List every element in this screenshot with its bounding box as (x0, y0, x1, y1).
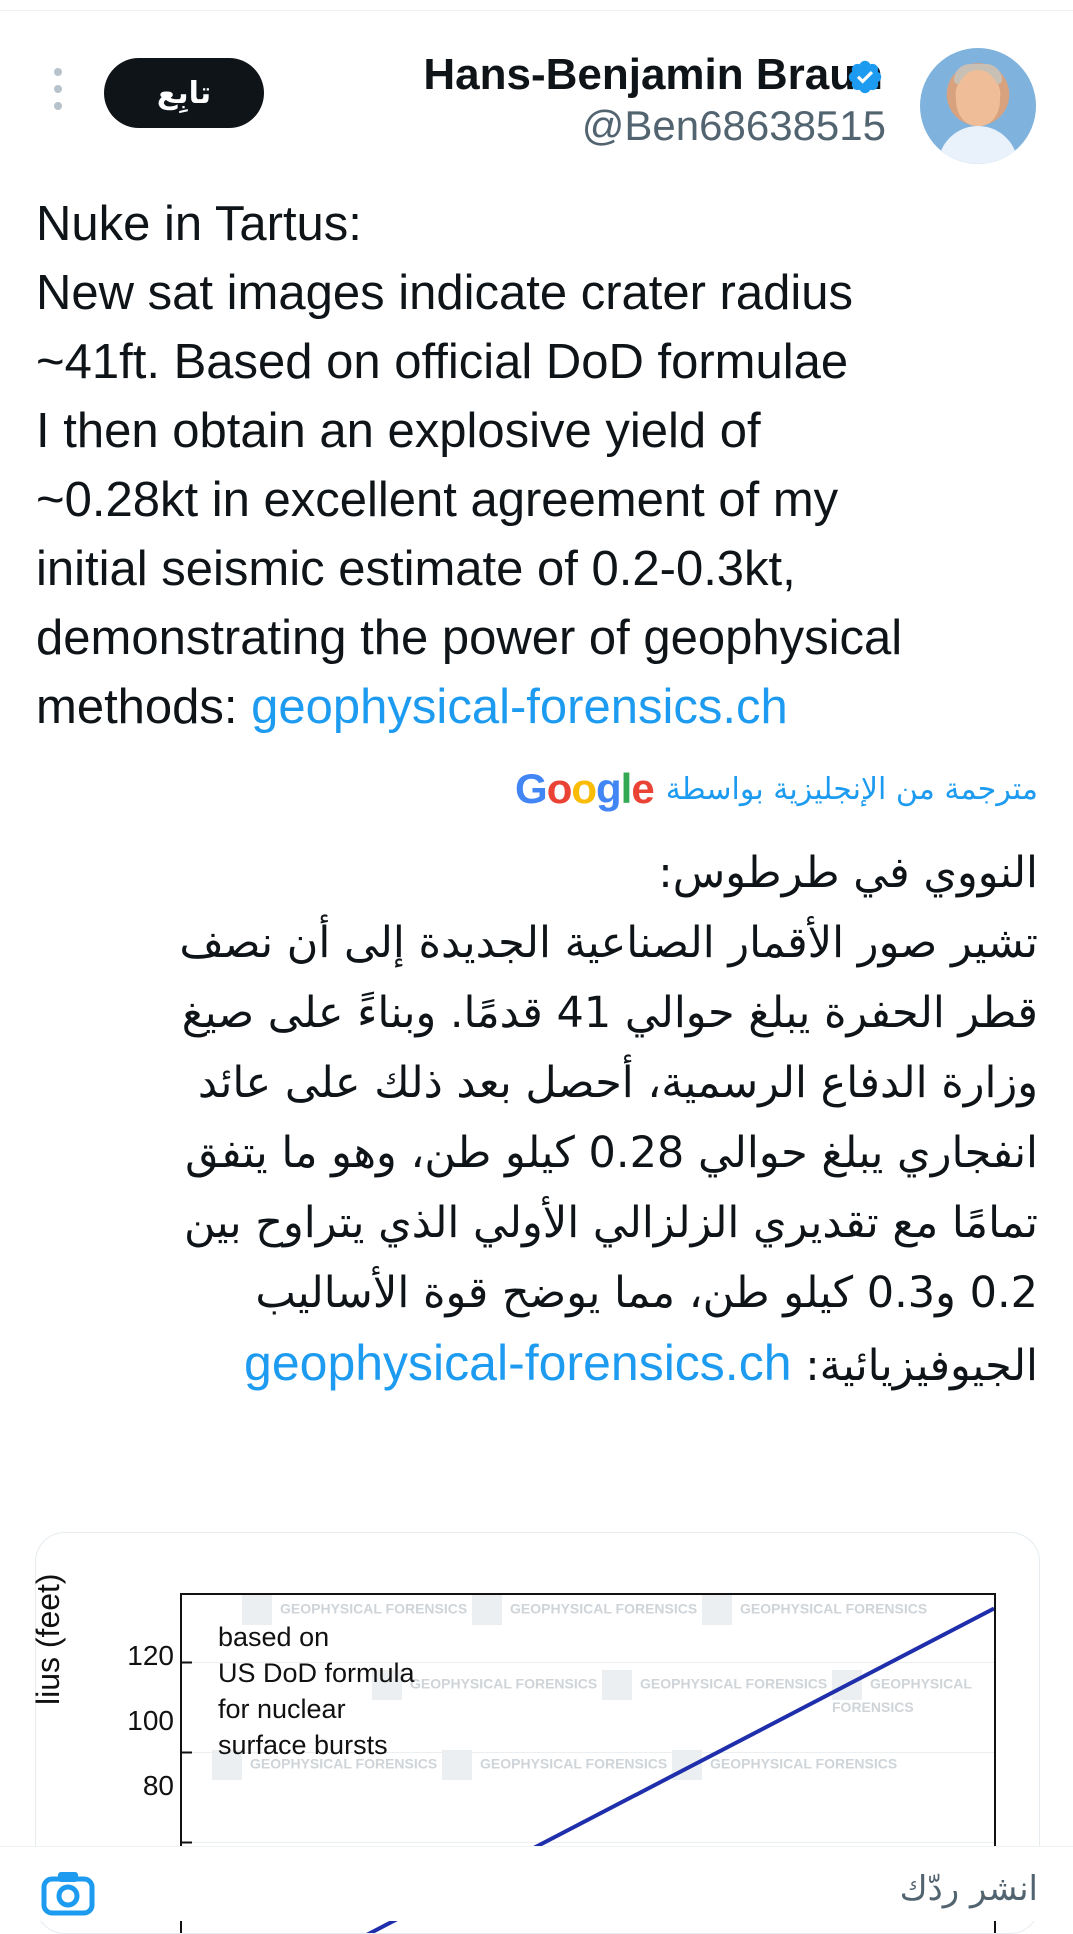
y-tick-label: 120 (104, 1640, 174, 1672)
translated-last-line: الجيوفيزيائية: geophysical-forensics.ch (100, 1328, 1038, 1401)
chart-y-axis-label: lius (feet) (30, 1485, 70, 1705)
reply-input[interactable]: انشر ردّك (900, 1869, 1038, 1909)
translated-line: النووي في طرطوس: (100, 838, 1038, 908)
translated-line: وزارة الدفاع الرسمية، أحصل بعد ذلك على ع… (100, 1048, 1038, 1118)
tweet-line: methods: (36, 680, 251, 734)
translated-line: تشير صور الأقمار الصناعية الجديدة إلى أن… (100, 908, 1038, 978)
chart-annotation: based on US DoD formula for nuclear surf… (218, 1619, 415, 1763)
translated-line: الجيوفيزيائية: (805, 1341, 1038, 1391)
follow-button[interactable]: تابِع (104, 58, 264, 128)
tweet-line: New sat images indicate crater radius (36, 266, 853, 320)
translated-line: 0.2 و0.3 كيلو طن، مما يوضح قوة الأساليب (100, 1258, 1038, 1328)
translation-label: مترجمة من الإنجليزية بواسطة (666, 772, 1038, 807)
avatar-shirt (938, 126, 1018, 164)
tweet-line: ~0.28kt in excellent agreement of my (36, 473, 838, 527)
translated-line: تمامًا مع تقديري الزلزالي الأولي الذي يت… (100, 1188, 1038, 1258)
verified-badge-icon (846, 58, 884, 96)
tweet-link[interactable]: geophysical-forensics.ch (251, 680, 788, 734)
translated-line: قطر الحفرة يبلغ حوالي 41 قدمًا. وبناءً ع… (100, 978, 1038, 1048)
user-handle[interactable]: @Ben68638515 (582, 100, 886, 152)
translation-attribution[interactable]: Google مترجمة من الإنجليزية بواسطة (515, 764, 1038, 814)
translated-link[interactable]: geophysical-forensics.ch (244, 1335, 792, 1391)
tweet-text: Nuke in Tartus: New sat images indicate … (36, 190, 1046, 742)
more-options-icon[interactable] (48, 68, 68, 118)
google-logo: Google (515, 765, 654, 813)
tweet-line: Nuke in Tartus: (36, 197, 362, 251)
tweet-line: demonstrating the power of geophysical (36, 611, 902, 665)
tweet-line: I then obtain an explosive yield of (36, 404, 761, 458)
tweet-line: initial seismic estimate of 0.2-0.3kt, (36, 542, 796, 596)
translated-line: انفجاري يبلغ حوالي 0.28 كيلو طن، وهو ما … (100, 1118, 1038, 1188)
top-divider (0, 10, 1073, 11)
y-tick-label: 80 (104, 1770, 174, 1802)
tweet-line: ~41ft. Based on official DoD formulae (36, 335, 848, 389)
display-name[interactable]: Hans-Benjamin Braun (423, 48, 883, 102)
avatar[interactable] (920, 48, 1036, 164)
avatar-face (956, 70, 1000, 126)
reply-bar: انشر ردّك (0, 1846, 1073, 1921)
y-tick-label: 100 (104, 1705, 174, 1737)
camera-icon[interactable] (40, 1867, 96, 1917)
translated-text: النووي في طرطوس: تشير صور الأقمار الصناع… (100, 838, 1038, 1401)
